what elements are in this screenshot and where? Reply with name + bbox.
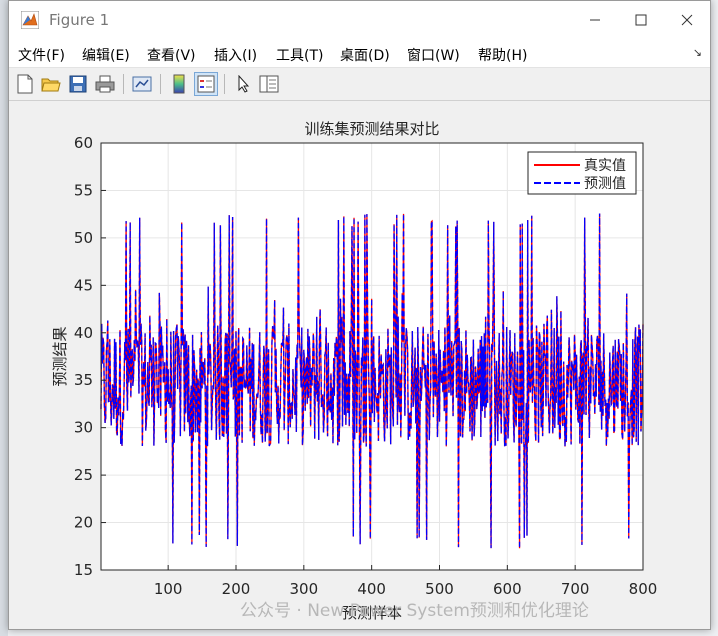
toolbar-separator [224,74,225,94]
y-tick-label: 40 [74,324,93,342]
watermark-text: 公众号 · New Power System预测和优化理论 [240,601,589,621]
maximize-icon [635,14,647,26]
toolbar-separator [160,74,161,94]
close-button[interactable] [664,1,710,39]
chart-title: 训练集预测结果对比 [304,120,439,138]
open-file-button[interactable] [39,72,63,96]
y-tick-label: 30 [74,419,93,437]
matlab-icon [20,10,40,30]
menu-desktop[interactable]: 桌面(D) [340,45,390,65]
figure-window: Figure 1 文件(F) 编辑(E) 查看(V) 插入(I) 工具(T) 桌… [8,0,711,630]
title-bar: Figure 1 [9,1,710,39]
menu-tools[interactable]: 工具(T) [276,45,323,65]
link-plot-icon [132,76,152,92]
menu-view[interactable]: 查看(V) [147,45,196,65]
y-tick-label: 15 [74,561,93,579]
save-icon [69,75,87,93]
figure-canvas: 100 200 300 400 500 600 700 800 15 20 25 30 35 40 45 50… [9,101,710,629]
desktop-background [0,0,8,636]
y-tick-label: 25 [74,466,93,484]
colorbar-button[interactable] [167,72,191,96]
colorbar-icon [173,74,185,94]
y-axis-label: 预测结果 [51,326,69,386]
menu-edit[interactable]: 编辑(E) [82,45,130,65]
legend-label: 真实值 [584,158,626,174]
legend-icon [197,75,215,93]
new-figure-button[interactable] [13,72,37,96]
maximize-button[interactable] [618,1,664,39]
link-plot-button[interactable] [130,72,154,96]
y-tick-label: 35 [74,371,93,389]
print-icon [95,75,115,93]
x-tick-label: 100 [154,580,183,598]
y-tick-label: 20 [74,514,93,532]
pointer-icon [238,75,250,93]
menu-insert[interactable]: 插入(I) [214,45,257,65]
menu-file[interactable]: 文件(F) [18,45,65,65]
menu-window[interactable]: 窗口(W) [407,45,460,65]
save-button[interactable] [66,72,90,96]
toolbar-separator [123,74,124,94]
property-inspector-button[interactable] [257,72,281,96]
legend-label: 预测值 [584,176,626,192]
x-tick-label: 800 [629,580,658,598]
y-tick-label: 50 [74,229,93,247]
plot-area[interactable]: 100 200 300 400 500 600 700 8001520253035404550… [9,101,710,629]
minimize-icon [590,19,600,21]
y-tick-label: 45 [74,276,93,294]
close-icon [681,14,693,26]
y-tick-label: 60 [74,134,93,152]
window-title: Figure 1 [49,11,110,29]
figure-toolbar [9,68,710,101]
print-button[interactable] [93,72,117,96]
menu-bar: 文件(F) 编辑(E) 查看(V) 插入(I) 工具(T) 桌面(D) 窗口(W… [9,39,710,68]
menu-overflow-icon[interactable]: ↘ [693,46,702,59]
pointer-button[interactable] [232,72,256,96]
property-inspector-icon [259,75,279,93]
new-figure-icon [17,74,33,94]
minimize-button[interactable] [572,1,618,39]
menu-help[interactable]: 帮助(H) [478,45,527,65]
y-tick-label: 55 [74,181,93,199]
legend-button[interactable] [194,72,218,96]
open-file-icon [41,78,61,92]
